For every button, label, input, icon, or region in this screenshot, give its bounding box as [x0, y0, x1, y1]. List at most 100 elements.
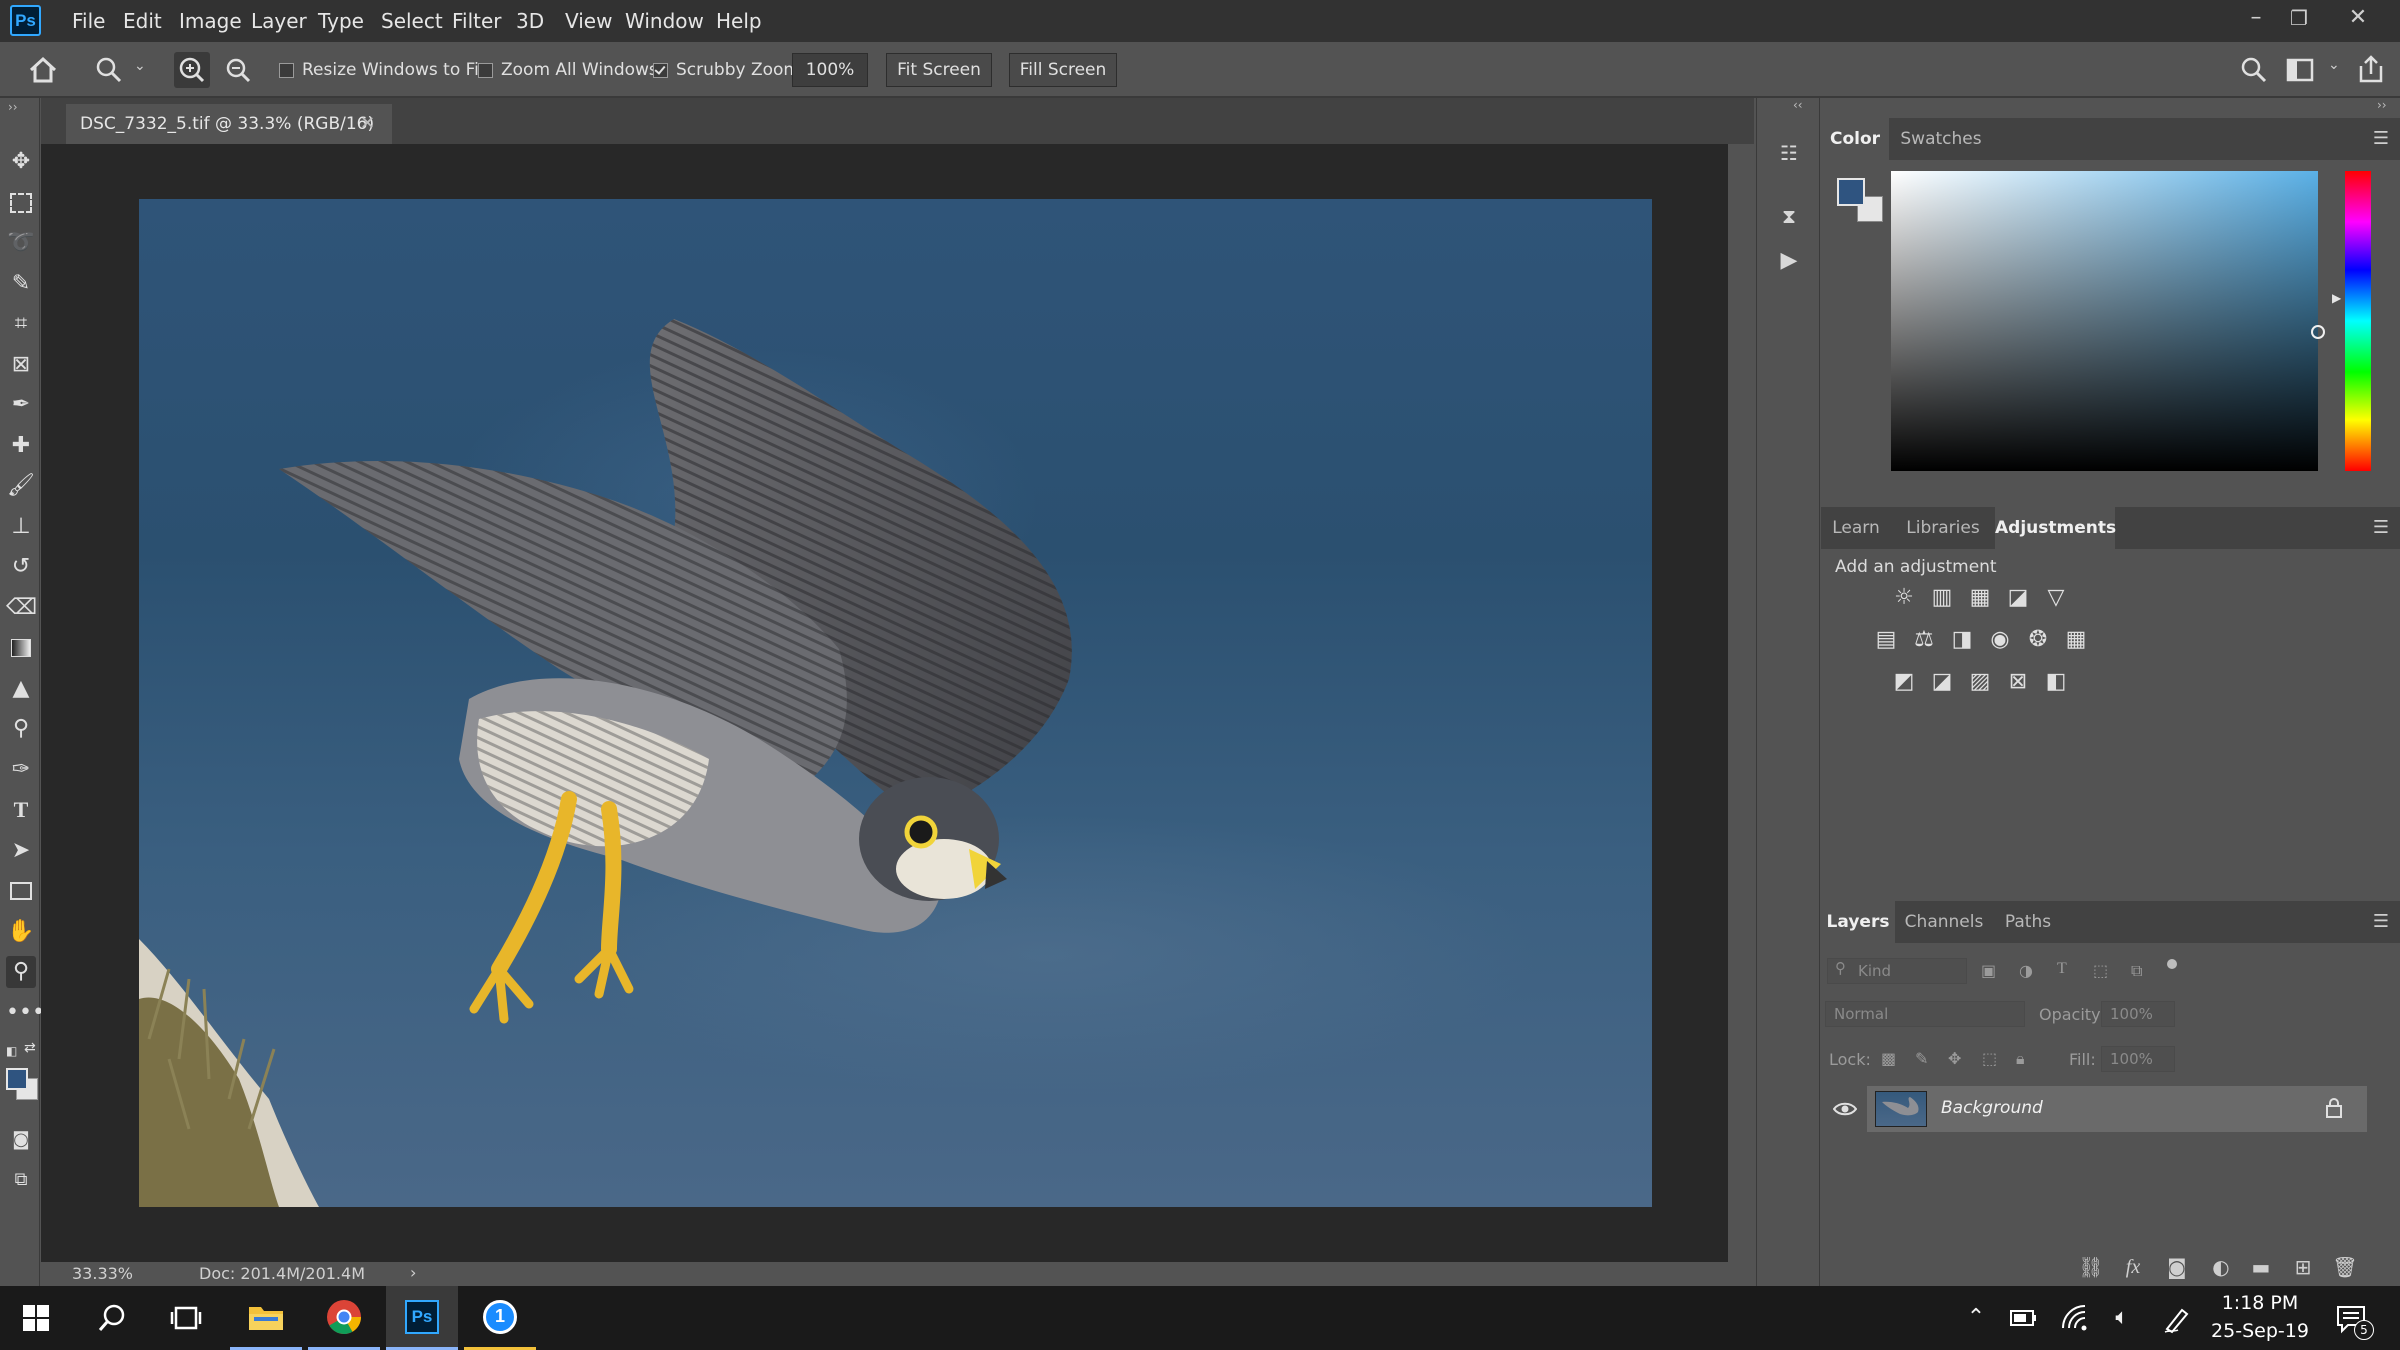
lock-transparent-icon[interactable]: ▩	[1881, 1049, 1896, 1068]
chrome-taskbar[interactable]	[308, 1286, 380, 1350]
new-group-folder-icon[interactable]: ▬	[2248, 1254, 2274, 1280]
type-tool-icon[interactable]: T	[6, 794, 36, 826]
crop-tool-icon[interactable]: ⌗	[6, 308, 36, 340]
color-picker-field[interactable]	[1891, 171, 2325, 471]
color-picker-cursor[interactable]	[2311, 325, 2325, 339]
zoom-all-windows-checkbox[interactable]	[478, 63, 493, 78]
tab-libraries[interactable]: Libraries	[1893, 507, 1993, 549]
file-explorer-taskbar[interactable]	[230, 1286, 302, 1350]
filter-toggle-icon[interactable]	[2167, 959, 2177, 969]
quick-mask-icon[interactable]: ◙	[6, 1124, 36, 1156]
menu-layer[interactable]: Layer	[251, 0, 307, 42]
adjustments-panel-menu-icon[interactable]: ☰	[2370, 517, 2392, 539]
tab-adjustments[interactable]: Adjustments	[1995, 507, 2116, 549]
eraser-tool-icon[interactable]: ⌫	[6, 592, 37, 624]
channel-mixer-icon[interactable]: ❂	[2025, 627, 2051, 653]
task-view-button[interactable]	[150, 1286, 222, 1350]
workspace-chevron-icon[interactable]: ⌄	[2328, 57, 2340, 73]
history-panel-icon[interactable]: ⧗	[1771, 198, 1807, 234]
move-tool-icon[interactable]: ✥	[6, 146, 36, 178]
restore-button[interactable]: ❐	[2278, 0, 2320, 42]
volume-icon[interactable]: 🔈︎	[2104, 1302, 2140, 1334]
search-taskbar-button[interactable]	[76, 1286, 148, 1350]
expand-panels-icon[interactable]: ››	[2377, 98, 2387, 112]
fill-field[interactable]: 100%	[2101, 1046, 2175, 1072]
frame-tool-icon[interactable]: ⊠	[6, 349, 36, 381]
color-panel-foreground-swatch[interactable]	[1837, 178, 1865, 206]
menu-file[interactable]: File	[72, 0, 105, 42]
pen-tool-icon[interactable]: ✑	[6, 754, 36, 786]
color-panel-menu-icon[interactable]: ☰	[2370, 128, 2392, 150]
blur-tool-icon[interactable]: ▲	[6, 673, 36, 705]
layer-name[interactable]: Background	[1941, 1098, 2043, 1118]
menu-type[interactable]: Type	[318, 0, 364, 42]
actions-panel-icon[interactable]: ▶	[1771, 243, 1807, 279]
menu-help[interactable]: Help	[716, 0, 762, 42]
layers-panel-menu-icon[interactable]: ☰	[2370, 911, 2392, 933]
menu-select[interactable]: Select	[381, 0, 443, 42]
close-window-button[interactable]: ✕	[2337, 0, 2379, 42]
photo-filter-icon[interactable]: ◉	[1987, 627, 2013, 653]
brush-tool-icon[interactable]: 🖌	[6, 470, 36, 502]
color-balance-icon[interactable]: ⚖	[1911, 627, 1937, 653]
hue-saturation-icon[interactable]: ▤	[1873, 627, 1899, 653]
lasso-tool-icon[interactable]: ➰	[6, 227, 36, 259]
threshold-icon[interactable]: ▨	[1967, 669, 1993, 695]
search-icon[interactable]	[2240, 56, 2268, 84]
zoom-tool-selected-icon[interactable]: ⚲	[6, 956, 36, 988]
menu-3d[interactable]: 3D	[516, 0, 544, 42]
taskbar-time[interactable]: 1:18 PM	[2208, 1292, 2312, 1314]
lock-position-icon[interactable]: ✥	[1948, 1049, 1961, 1068]
gradient-tool-icon[interactable]	[6, 632, 36, 664]
default-colors-icon[interactable]: ◧	[6, 1044, 17, 1058]
posterize-icon[interactable]: ◪	[1929, 669, 1955, 695]
lock-pixels-icon[interactable]: ✎	[1915, 1049, 1928, 1068]
quick-select-tool-icon[interactable]: ✎	[6, 268, 36, 300]
minimize-button[interactable]: –	[2235, 0, 2277, 42]
tool-preset-chevron-icon[interactable]: ⌄	[134, 58, 146, 74]
exposure-icon[interactable]: ◪	[2005, 585, 2031, 611]
add-mask-icon[interactable]: ◙	[2164, 1254, 2190, 1280]
menu-view[interactable]: View	[565, 0, 612, 42]
healing-brush-tool-icon[interactable]: ✚	[6, 430, 36, 462]
layer-visibility-eye-icon[interactable]	[1833, 1101, 1857, 1117]
foreground-color-swatch[interactable]	[6, 1068, 28, 1090]
opacity-field[interactable]: 100%	[2101, 1001, 2175, 1027]
invert-icon[interactable]: ◩	[1891, 669, 1917, 695]
hue-slider-marker-icon[interactable]: ▶	[2332, 291, 2341, 305]
collapse-toolbar-icon[interactable]: ››	[8, 100, 18, 114]
layer-lock-icon[interactable]	[2325, 1097, 2343, 1119]
swap-colors-icon[interactable]: ⇄	[24, 1040, 36, 1056]
tab-layers[interactable]: Layers	[1821, 901, 1895, 943]
taskbar-date[interactable]: 25-Sep-19	[2208, 1320, 2312, 1342]
zoom-tool-icon[interactable]	[94, 55, 124, 85]
gradient-map-icon[interactable]: ◧	[2043, 669, 2069, 695]
brightness-contrast-icon[interactable]: ☼	[1891, 585, 1917, 611]
new-layer-icon[interactable]: ⊞	[2290, 1254, 2316, 1280]
hand-tool-icon[interactable]: ✋	[6, 916, 36, 948]
hue-slider[interactable]	[2345, 171, 2371, 471]
zoom-out-icon[interactable]	[222, 54, 254, 86]
filter-type-icon[interactable]: T	[2057, 960, 2067, 978]
tab-paths[interactable]: Paths	[1993, 901, 2063, 943]
tab-swatches[interactable]: Swatches	[1891, 118, 1991, 160]
new-adjustment-layer-icon[interactable]: ◐	[2208, 1254, 2234, 1280]
close-document-icon[interactable]: ✕	[360, 104, 382, 144]
home-icon[interactable]	[28, 56, 58, 84]
more-tools-icon[interactable]: •••	[6, 997, 45, 1029]
link-layers-icon[interactable]: ⛓	[2078, 1254, 2104, 1280]
tab-color[interactable]: Color	[1821, 118, 1889, 160]
zoom-level-readout[interactable]: 33.33%	[72, 1264, 133, 1283]
scrubby-zoom-checkbox[interactable]	[653, 63, 668, 78]
menu-edit[interactable]: Edit	[123, 0, 162, 42]
wifi-icon[interactable]	[2060, 1304, 2090, 1332]
path-selection-tool-icon[interactable]: ➤	[6, 835, 36, 867]
menu-filter[interactable]: Filter	[452, 0, 502, 42]
levels-icon[interactable]: ▥	[1929, 585, 1955, 611]
clone-stamp-tool-icon[interactable]: ⊥	[6, 511, 36, 543]
menu-image[interactable]: Image	[179, 0, 242, 42]
blend-mode-select[interactable]: Normal	[1825, 1001, 2025, 1027]
onepassword-taskbar[interactable]: 1	[464, 1286, 536, 1350]
layer-filter-kind[interactable]: Kind	[1827, 958, 1967, 984]
workspace-icon[interactable]	[2286, 58, 2314, 82]
